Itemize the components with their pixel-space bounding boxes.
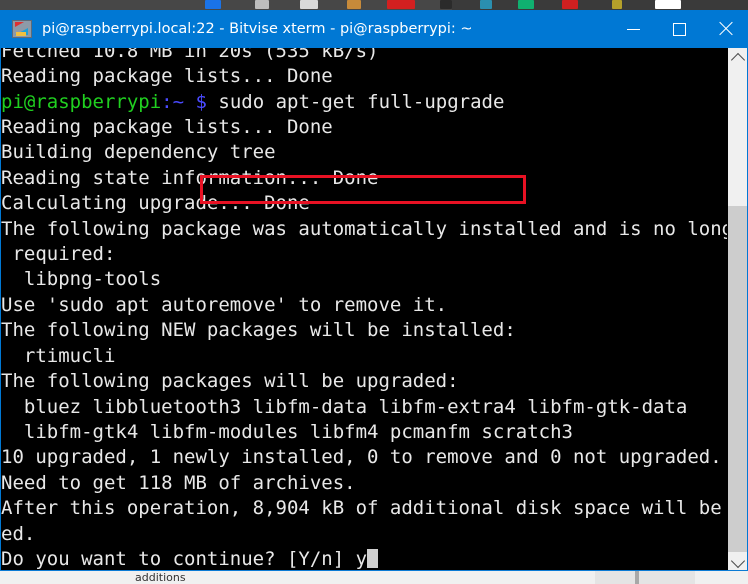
prompt-space-2 (207, 91, 218, 113)
scrollbar-thumb[interactable] (728, 206, 748, 552)
terminal-line: required: (1, 243, 116, 266)
maximize-icon (672, 22, 686, 36)
chevron-up-icon (730, 52, 746, 67)
terminal-confirm-line: Do you want to continue? [Y/n] y (1, 547, 727, 572)
taskbar-icon-9[interactable] (612, 0, 622, 9)
chevron-down-icon (730, 553, 746, 568)
background-taskbar[interactable] (0, 0, 748, 11)
terminal-line: The following packages will be upgraded: (1, 370, 459, 393)
terminal-typed-command: sudo apt-get full-upgrade (218, 90, 505, 113)
minimize-icon (626, 28, 640, 30)
close-button[interactable] (702, 10, 748, 48)
terminal-line: Fetched 10.8 MB in 20s (535 kB/s) (1, 48, 379, 62)
terminal-line: rtimucli (1, 344, 116, 367)
terminal-line: libfm-gtk4 libfm-modules libfm4 pcmanfm … (1, 420, 573, 443)
terminal-area: Get:4 http://raspbian.raspberrypi.org/ra… (0, 48, 748, 572)
bitvise-xterm-icon (12, 20, 32, 38)
prompt-path: ~ (172, 90, 185, 113)
scrollbar-up-button[interactable] (728, 48, 748, 68)
taskbar-icon-6[interactable] (480, 0, 492, 9)
taskbar-icon-8[interactable] (562, 0, 578, 9)
scrollbar-track[interactable] (728, 68, 748, 552)
terminal-confirm-text: Do you want to continue? [Y/n] y (1, 547, 368, 570)
prompt-user-host: pi@raspberrypi (1, 90, 162, 113)
icon-red-arrow-shape (15, 22, 24, 27)
background-window-label: additions (135, 571, 186, 584)
background-window-scroll-thumb[interactable] (635, 571, 639, 584)
terminal-line: Use 'sudo apt autoremove' to remove it. (1, 293, 448, 316)
terminal-line: bluez libbluetooth3 libfm-data libfm-ext… (1, 395, 688, 418)
prompt-sigil: $ (195, 90, 207, 113)
terminal-line: Building dependency tree (1, 141, 276, 164)
window-control-group (610, 10, 748, 48)
taskbar-icon-4[interactable] (387, 0, 415, 9)
terminal-line: Calculating upgrade... Done (1, 192, 310, 215)
terminal-line: ed. (1, 522, 36, 545)
terminal-output[interactable]: Get:4 http://raspbian.raspberrypi.org/ra… (0, 48, 727, 572)
terminal-line: Reading package lists... Done (1, 116, 333, 139)
terminal-line: libpng-tools (1, 268, 162, 291)
window-titlebar[interactable]: pi@raspberrypi.local:22 - Bitvise xterm … (0, 10, 748, 48)
taskbar-icon-2[interactable] (300, 0, 318, 9)
xterm-window: pi@raspberrypi.local:22 - Bitvise xterm … (0, 10, 748, 572)
terminal-line: After this operation, 8,904 kB of additi… (1, 497, 727, 520)
screenshot-root: pi@raspberrypi.local:22 - Bitvise xterm … (0, 0, 748, 584)
terminal-line: 10 upgraded, 1 newly installed, 0 to rem… (1, 446, 722, 469)
taskbar-icon-7[interactable] (518, 0, 534, 9)
terminal-scrollbar[interactable] (727, 48, 748, 572)
taskbar-icon-10[interactable] (655, 0, 681, 9)
taskbar-icon-0[interactable] (205, 0, 221, 9)
terminal-line: Need to get 118 MB of archives. (1, 471, 356, 494)
maximize-button[interactable] (656, 10, 702, 48)
close-icon (717, 21, 733, 37)
terminal-prompt-line: pi@raspberrypi:~ $ sudo apt-get full-upg… (1, 90, 727, 115)
terminal-line: Reading package lists... Done (1, 65, 333, 88)
terminal-cursor (367, 548, 379, 568)
taskbar-icon-5[interactable] (440, 0, 452, 9)
minimize-button[interactable] (610, 10, 656, 48)
icon-yellow-shape (16, 32, 26, 36)
background-window-scrollbar[interactable] (595, 571, 695, 584)
taskbar-icon-1[interactable] (255, 0, 269, 9)
scrollbar-down-button[interactable] (728, 552, 748, 572)
taskbar-icon-3[interactable] (347, 0, 361, 9)
terminal-line: The following package was automatically … (1, 217, 727, 240)
terminal-line: The following NEW packages will be insta… (1, 319, 516, 342)
prompt-colon: : (161, 90, 173, 113)
terminal-line: Reading state information... Done (1, 166, 379, 189)
window-title: pi@raspberrypi.local:22 - Bitvise xterm … (42, 21, 473, 37)
